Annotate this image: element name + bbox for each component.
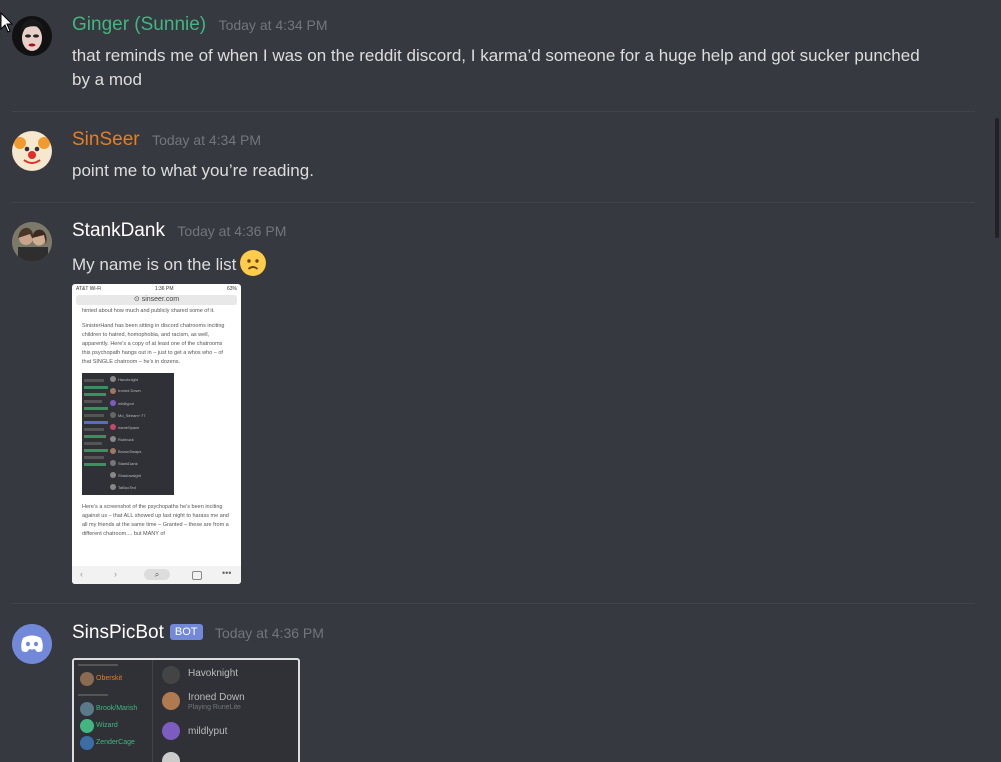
avatar — [80, 672, 94, 686]
avatar — [80, 736, 94, 750]
status-battery: 63% — [226, 286, 237, 292]
browser-toolbar: ‹ › ⌕ ••• — [72, 566, 241, 584]
avatar — [162, 666, 180, 684]
list-item: BrownSwaps — [118, 449, 142, 454]
member-name: Wizard — [96, 722, 118, 729]
article-text: hinted about how much and publicly share… — [82, 308, 215, 314]
member-name: ZenderCage — [96, 739, 135, 746]
message-stankdank: StankDank Today at 4:36 PM My name is on… — [0, 220, 975, 590]
list-item: Rubbuck — [118, 437, 134, 442]
message-text: My name is on the list — [72, 255, 237, 274]
message-header: Ginger (Sunnie) Today at 4:34 PM — [72, 14, 328, 36]
list-item: Havoknight — [118, 377, 139, 382]
avatar[interactable] — [12, 624, 52, 664]
article-text: Here’s a screenshot of the psychopaths h… — [82, 504, 229, 537]
member-name: mildlyput — [188, 726, 228, 737]
image-attachment[interactable]: Oberskit Brook/Marish Wizard ZenderCage … — [72, 658, 300, 762]
avatar[interactable] — [12, 16, 52, 56]
image-attachment[interactable]: AT&T Wi-Fi 1:36 PM 63% ⊙ sinseer.com hin… — [72, 284, 241, 584]
list-item: TaBooTed — [118, 485, 136, 490]
back-arrow-icon: ‹ — [80, 569, 83, 579]
message-divider — [12, 202, 975, 203]
scrollbar[interactable] — [995, 118, 999, 238]
list-item: Ironed Down — [118, 388, 141, 393]
member-activity: Playing RuneLite — [188, 704, 241, 711]
timestamp: Today at 4:36 PM — [214, 625, 324, 641]
tabs-icon — [192, 571, 202, 580]
message-text-row: My name is on the list — [72, 250, 932, 277]
channel-member-column: Oberskit Brook/Marish Wizard ZenderCage — [74, 660, 153, 762]
member-name: Brook/Marish — [96, 705, 138, 712]
article-text: SinisterHand has been sitting in discord… — [82, 323, 225, 365]
avatar — [80, 719, 94, 733]
lock-icon: ⊙ — [133, 296, 142, 303]
timestamp: Today at 4:34 PM — [218, 17, 328, 33]
avatar — [162, 752, 180, 762]
username[interactable]: StankDank — [72, 220, 165, 241]
list-item: Shadowsight — [118, 473, 141, 478]
frowning-face-icon[interactable] — [240, 250, 267, 276]
message-sinspicbot: SinsPicBot BOT Today at 4:36 PM Oberskit … — [0, 622, 975, 762]
timestamp: Today at 4:36 PM — [177, 223, 287, 239]
status-carrier: AT&T Wi-Fi — [76, 286, 102, 292]
member-name: Ironed Down — [188, 692, 245, 703]
avatar[interactable] — [12, 131, 52, 171]
member-list-screenshot: Havoknight Ironed Down mildlyput Mo_Stre… — [82, 373, 174, 495]
message-header: StankDank Today at 4:36 PM — [72, 220, 286, 242]
message-header: SinSeer Today at 4:34 PM — [72, 129, 261, 151]
phone-status-bar: AT&T Wi-Fi 1:36 PM 63% — [72, 284, 241, 294]
list-item: nameSpace — [118, 425, 140, 430]
list-item: mildlyput — [118, 401, 134, 406]
list-item: StankDank — [118, 461, 138, 466]
avatar — [162, 692, 180, 710]
list-item: Mo_Stream~77 — [118, 413, 146, 418]
member-name: Oberskit — [96, 675, 123, 682]
message-text: that reminds me of when I was on the red… — [72, 46, 920, 89]
url-text: sinseer.com — [141, 296, 180, 303]
bot-tag: BOT — [169, 624, 203, 640]
avatar — [80, 702, 94, 716]
username[interactable]: Ginger (Sunnie) — [72, 14, 206, 35]
message-header: SinsPicBot BOT Today at 4:36 PM — [72, 622, 324, 644]
avatar — [162, 722, 180, 740]
timestamp: Today at 4:34 PM — [152, 132, 262, 148]
message-ginger: Ginger (Sunnie) Today at 4:34 PM that re… — [0, 14, 975, 104]
forward-arrow-icon: › — [114, 569, 117, 579]
more-icon: ••• — [222, 568, 232, 578]
username[interactable]: SinsPicBot — [72, 622, 164, 643]
message-divider — [12, 111, 975, 112]
search-icon: ⌕ — [144, 569, 170, 580]
message-divider — [12, 603, 975, 604]
message-text: point me to what you’re reading. — [72, 161, 314, 180]
message-sinseer: SinSeer Today at 4:34 PM point me to wha… — [0, 129, 975, 189]
avatar[interactable] — [12, 222, 52, 262]
status-time: 1:36 PM — [154, 286, 174, 292]
member-name: Havoknight — [188, 668, 239, 679]
username[interactable]: SinSeer — [72, 129, 140, 150]
url-bar: ⊙ sinseer.com — [76, 295, 237, 305]
